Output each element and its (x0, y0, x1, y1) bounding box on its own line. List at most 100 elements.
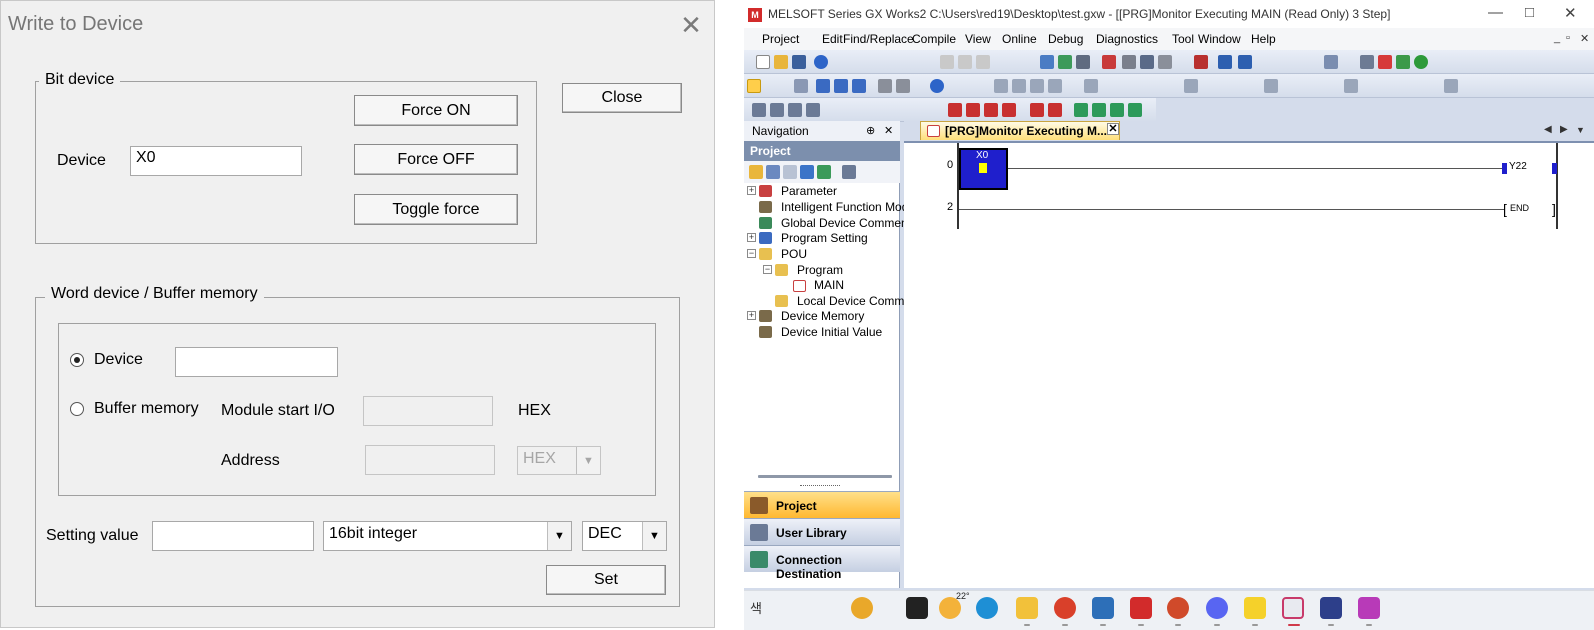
menu-project[interactable]: Project (762, 32, 799, 46)
tree-intelligent-function-module[interactable]: Intelligent Function Modu (781, 200, 915, 214)
mx-component-icon[interactable] (1358, 597, 1380, 619)
force-on-icon[interactable] (948, 103, 962, 117)
file-explorer-icon[interactable] (1016, 597, 1038, 619)
insert-col-icon[interactable] (770, 103, 784, 117)
menu-window[interactable]: Window (1198, 32, 1241, 46)
nav-user-library-button[interactable]: User Library (744, 518, 900, 545)
tree-device-initial-value[interactable]: Device Initial Value (781, 325, 882, 339)
tree-device-memory[interactable]: Device Memory (781, 309, 864, 323)
watch-add-icon[interactable] (1074, 103, 1088, 117)
bit-device-input[interactable]: X0 (130, 146, 302, 176)
toggle-force-button[interactable]: Toggle force (354, 194, 518, 225)
help-icon[interactable] (814, 55, 828, 69)
collapse-program-icon[interactable]: − (763, 265, 772, 274)
read-plc-icon[interactable] (1058, 55, 1072, 69)
minimize-icon[interactable]: — (1488, 4, 1503, 21)
open-icon[interactable] (774, 55, 788, 69)
close-button[interactable]: Close (562, 83, 682, 113)
watch-icon[interactable] (1158, 55, 1172, 69)
step-icon[interactable] (1030, 103, 1044, 117)
tree-program[interactable]: Program (797, 263, 843, 277)
dev-cell-icon[interactable] (852, 79, 866, 93)
dialog-close-icon[interactable]: ✕ (676, 10, 706, 40)
delete-col-icon[interactable] (806, 103, 820, 117)
discord-icon[interactable] (1206, 597, 1228, 619)
skip-icon[interactable] (1048, 103, 1062, 117)
scale-icon[interactable] (1444, 79, 1458, 93)
force-off-button[interactable]: Force OFF (354, 144, 518, 175)
snipping-tool-icon[interactable] (1282, 597, 1304, 619)
display-icon[interactable] (878, 79, 892, 93)
set-button[interactable]: Set (546, 565, 666, 595)
setting-value-input[interactable] (152, 521, 314, 551)
notes-icon[interactable] (1244, 597, 1266, 619)
tab-scroll-right-icon[interactable]: ▶ (1560, 124, 1568, 135)
word-device-input[interactable] (175, 347, 338, 377)
ladder-mode-icon[interactable] (747, 79, 761, 93)
dev-label-icon[interactable] (834, 79, 848, 93)
collapse-pou-icon[interactable]: − (747, 249, 756, 258)
write-plc-icon[interactable] (1076, 55, 1090, 69)
buffer-memory-radio[interactable] (70, 402, 84, 416)
mdi-close-icon[interactable]: ✕ (1580, 32, 1589, 45)
module-start-io-input[interactable] (363, 396, 493, 426)
tree-program-setting[interactable]: Program Setting (781, 231, 868, 245)
menu-tool[interactable]: Tool (1172, 32, 1194, 46)
toggle-icon[interactable] (984, 103, 998, 117)
close-window-icon[interactable]: ✕ (1564, 4, 1577, 22)
compare-icon[interactable] (1040, 55, 1054, 69)
menu-online[interactable]: Online (1002, 32, 1037, 46)
nav-connection-destination-button[interactable]: Connection Destination (744, 545, 900, 581)
menu-edit[interactable]: Edit (822, 32, 843, 46)
caf-icon[interactable] (1344, 79, 1358, 93)
window-icon[interactable] (794, 79, 808, 93)
pulse-icon[interactable] (1084, 79, 1098, 93)
run-icon[interactable] (1378, 55, 1392, 69)
device-monitor-icon[interactable] (1122, 55, 1136, 69)
device-radio[interactable] (70, 353, 84, 367)
maximize-icon[interactable]: □ (1525, 4, 1534, 21)
chrome-icon[interactable] (1054, 597, 1076, 619)
zoom-icon[interactable] (896, 79, 910, 93)
mdi-restore-icon[interactable]: ▫ (1566, 32, 1570, 44)
data-type-select[interactable]: 16bit integer ▼ (323, 521, 572, 551)
tree-main[interactable]: MAIN (814, 278, 844, 292)
property-icon[interactable] (800, 165, 814, 179)
copy-icon[interactable] (958, 55, 972, 69)
expand-program-setting-icon[interactable]: + (747, 233, 756, 242)
bit-icon[interactable] (1002, 103, 1016, 117)
gx-works-taskbar-icon[interactable] (1320, 597, 1342, 619)
force-on-button[interactable]: Force ON (354, 95, 518, 126)
contact-icon[interactable] (994, 79, 1008, 93)
alt-icon[interactable] (1264, 79, 1278, 93)
tab-list-icon[interactable]: ▼ (1576, 125, 1585, 135)
pin-icon[interactable]: ⊕ (866, 124, 875, 137)
address-input[interactable] (365, 445, 495, 475)
address-format-select[interactable]: HEX ▼ (517, 446, 601, 475)
force-off-icon[interactable] (966, 103, 980, 117)
menu-debug[interactable]: Debug (1048, 32, 1083, 46)
tab-main-monitor[interactable]: [PRG]Monitor Executing M... ✕ (920, 121, 1120, 140)
splitter-grip[interactable] (800, 485, 840, 488)
search-box-text[interactable]: 색 (750, 598, 762, 617)
close-pane-icon[interactable]: ✕ (884, 124, 893, 137)
powerpoint-icon[interactable] (1167, 597, 1189, 619)
radix-select[interactable]: DEC ▼ (582, 521, 667, 551)
copy-data-icon[interactable] (766, 165, 780, 179)
watch-clear-icon[interactable] (1110, 103, 1124, 117)
shift-icon[interactable] (1184, 79, 1198, 93)
tree-scrollbar[interactable] (758, 475, 892, 478)
menu-diagnostics[interactable]: Diagnostics (1096, 32, 1158, 46)
line-icon[interactable] (1048, 79, 1062, 93)
edge-icon[interactable] (976, 597, 998, 619)
paste-icon[interactable] (976, 55, 990, 69)
new-icon[interactable] (756, 55, 770, 69)
menu-find-replace[interactable]: Find/Replace (843, 32, 914, 46)
watch-reg-icon[interactable] (1128, 103, 1142, 117)
tree-local-device-comment[interactable]: Local Device Commer (797, 294, 915, 308)
help-circle-icon[interactable] (930, 79, 944, 93)
insert-row-icon[interactable] (752, 103, 766, 117)
info-icon[interactable] (1414, 55, 1428, 69)
coil-icon[interactable] (1012, 79, 1026, 93)
delete-row-icon[interactable] (788, 103, 802, 117)
